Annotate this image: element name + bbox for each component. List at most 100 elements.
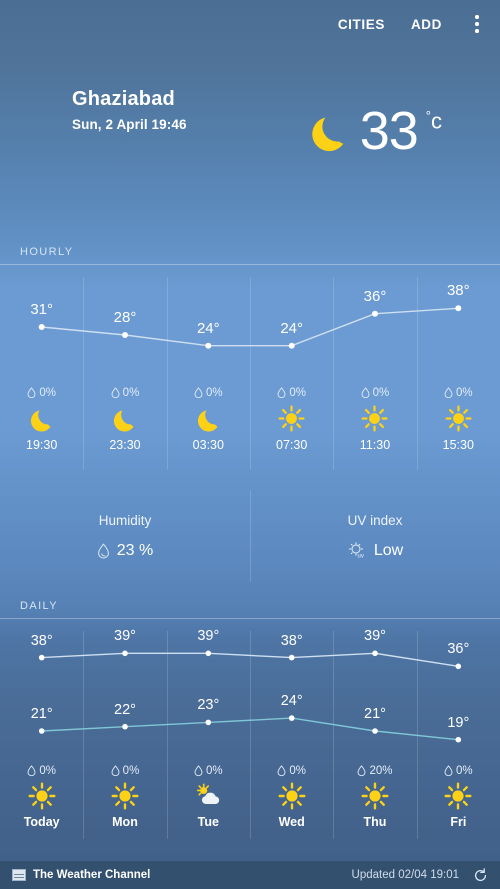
- hourly-temp-label: 24°: [197, 320, 220, 337]
- moon-icon: [195, 405, 222, 432]
- hourly-item[interactable]: 0% 15:30: [417, 387, 500, 452]
- daily-day-name: Wed: [279, 815, 305, 829]
- overflow-menu-icon[interactable]: [468, 13, 486, 35]
- hourly-precip: 0%: [444, 387, 473, 399]
- precip-drop-icon: [444, 387, 453, 399]
- daily-item[interactable]: 0% Mon: [83, 765, 166, 829]
- hourly-temp-label: 28°: [114, 309, 137, 326]
- sun-icon: [445, 405, 472, 432]
- precip-drop-icon: [444, 765, 453, 777]
- daily-precip-value: 0%: [39, 765, 56, 777]
- hourly-forecast[interactable]: 31°28°24°24°36°38° 0% 19:30 0% 23:30: [0, 265, 500, 480]
- daily-high-label: 36°: [447, 641, 469, 657]
- daily-item[interactable]: 0% Fri: [417, 765, 500, 829]
- precip-drop-icon: [361, 387, 370, 399]
- updated-info: Updated 02/04 19:01: [352, 868, 488, 883]
- kebab-dot: [475, 22, 479, 26]
- daily-precip-value: 0%: [456, 765, 473, 777]
- daily-day-name: Thu: [364, 815, 387, 829]
- uv-value: Low: [374, 542, 403, 560]
- hourly-precip: 0%: [361, 387, 390, 399]
- partly-cloudy-icon: [194, 782, 222, 810]
- daily-cells: 0% Today 0% Mon 0%: [0, 765, 500, 829]
- daily-precip: 20%: [357, 765, 392, 777]
- updated-label: Updated: [352, 869, 395, 881]
- uv-value-row: uv Low: [347, 542, 403, 560]
- hourly-time: 19:30: [26, 438, 57, 452]
- hourly-precip-value: 0%: [373, 387, 390, 399]
- hourly-precip-value: 0%: [289, 387, 306, 399]
- weather-channel-logo-icon: [12, 869, 26, 881]
- sun-icon: [361, 782, 389, 810]
- refresh-icon[interactable]: [473, 868, 488, 883]
- daily-low-label: 22°: [114, 702, 136, 718]
- city-name: Ghaziabad: [72, 88, 175, 111]
- hourly-temperature-chart: 31°28°24°24°36°38°: [0, 265, 500, 383]
- current-datetime: Sun, 2 April 19:46: [72, 117, 187, 132]
- sun-icon: [278, 405, 305, 432]
- hourly-time: 07:30: [276, 438, 307, 452]
- hourly-time: 15:30: [443, 438, 474, 452]
- daily-precip-value: 0%: [289, 765, 306, 777]
- sun-icon: [28, 782, 56, 810]
- daily-forecast[interactable]: 38° 21°39° 22°39° 23°38° 24°39° 21°36° 1…: [0, 619, 500, 849]
- hourly-time: 03:30: [193, 438, 224, 452]
- daily-precip-value: 0%: [206, 765, 223, 777]
- daily-item[interactable]: 0% Tue: [167, 765, 250, 829]
- daily-precip: 0%: [277, 765, 306, 777]
- daily-precip-value: 20%: [369, 765, 392, 777]
- weather-app: CITIES ADD Ghaziabad Sun, 2 April 19:46 …: [0, 0, 500, 889]
- hourly-precip-value: 0%: [123, 387, 140, 399]
- daily-day-name: Tue: [198, 815, 219, 829]
- cities-button[interactable]: CITIES: [338, 17, 385, 32]
- daily-section-header: DAILY: [0, 592, 500, 618]
- hourly-precip: 0%: [27, 387, 56, 399]
- daily-high-label: 39°: [197, 628, 219, 644]
- svg-text:uv: uv: [357, 554, 363, 560]
- current-conditions[interactable]: Ghaziabad Sun, 2 April 19:46 33 °c: [0, 48, 500, 238]
- daily-low-label: 21°: [31, 706, 53, 722]
- hourly-item[interactable]: 0% 07:30: [250, 387, 333, 452]
- daily-item[interactable]: 0% Wed: [250, 765, 333, 829]
- humidity-value: 23 %: [117, 542, 153, 560]
- moon-icon: [111, 405, 138, 432]
- provider-attribution[interactable]: The Weather Channel: [12, 869, 150, 881]
- hourly-temp-label: 38°: [447, 282, 470, 299]
- hourly-precip: 0%: [277, 387, 306, 399]
- updated-time: 19:01: [430, 869, 459, 881]
- footer-bar: The Weather Channel Updated 02/04 19:01: [0, 861, 500, 889]
- kebab-dot: [475, 29, 479, 33]
- updated-date: 02/04: [398, 869, 427, 881]
- unit-letter: c: [431, 108, 442, 133]
- uv-index-stat[interactable]: UV index uv Low: [250, 480, 500, 592]
- sun-icon: [278, 782, 306, 810]
- daily-low-label: 24°: [281, 693, 303, 709]
- hourly-item[interactable]: 0% 23:30: [83, 387, 166, 452]
- daily-temperature-chart: 38° 21°39° 22°39° 23°38° 24°39° 21°36° 1…: [0, 619, 500, 769]
- hourly-item[interactable]: 0% 11:30: [333, 387, 416, 452]
- hourly-temp-label: 31°: [30, 301, 53, 318]
- daily-high-label: 39°: [364, 628, 386, 644]
- moon-icon: [28, 405, 55, 432]
- daily-day-name: Fri: [450, 815, 466, 829]
- stats-section: Humidity 23 % UV index: [0, 480, 500, 592]
- daily-day-name: Today: [24, 815, 60, 829]
- hourly-cells: 0% 19:30 0% 23:30 0% 03:30: [0, 387, 500, 452]
- daily-day-name: Mon: [112, 815, 138, 829]
- moon-icon: [306, 108, 352, 154]
- daily-item[interactable]: 20% Thu: [333, 765, 416, 829]
- sun-icon: [361, 405, 388, 432]
- precip-drop-icon: [194, 387, 203, 399]
- current-temperature-block: 33 °c: [306, 104, 442, 158]
- hourly-item[interactable]: 0% 03:30: [167, 387, 250, 452]
- humidity-value-row: 23 %: [97, 542, 153, 560]
- humidity-stat[interactable]: Humidity 23 %: [0, 480, 250, 592]
- hourly-item[interactable]: 0% 19:30: [0, 387, 83, 452]
- precip-drop-icon: [357, 765, 366, 777]
- daily-precip: 0%: [111, 765, 140, 777]
- uv-index-label: UV index: [348, 513, 403, 528]
- humidity-drop-icon: [97, 543, 110, 559]
- top-action-bar: CITIES ADD: [0, 0, 500, 48]
- add-button[interactable]: ADD: [411, 17, 442, 32]
- daily-item[interactable]: 0% Today: [0, 765, 83, 829]
